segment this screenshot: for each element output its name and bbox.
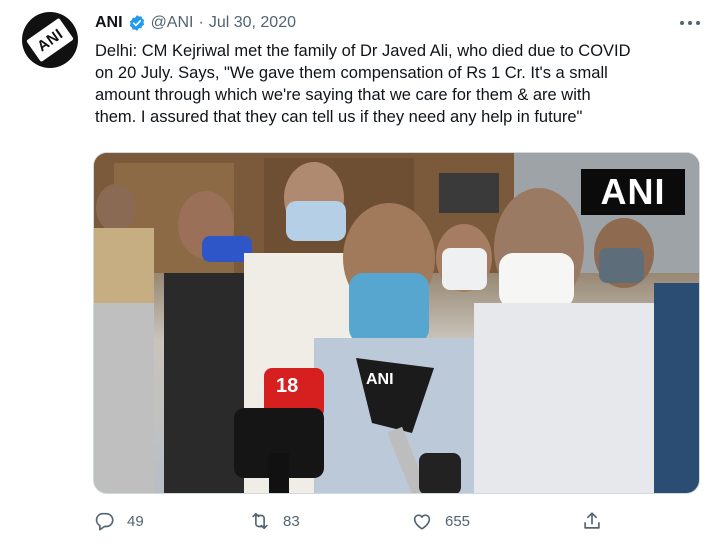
like-icon (413, 514, 431, 530)
avatar[interactable]: ANI (22, 12, 78, 68)
tweet-media-image[interactable]: ANI ANI 18 (93, 152, 700, 494)
avatar-logo: ANI (26, 17, 74, 63)
verified-badge-icon (129, 15, 144, 31)
author-handle[interactable]: @ANI (151, 14, 194, 32)
tweet-text: Delhi: CM Kejriwal met the family of Dr … (95, 42, 631, 126)
media-ani-logo: ANI (581, 169, 685, 215)
retweet-button[interactable]: 83 (249, 506, 300, 536)
more-icon[interactable] (680, 14, 700, 32)
tweet-header: ANI @ANI · Jul 30, 2020 (95, 12, 700, 34)
reply-icon (95, 512, 114, 531)
like-count: 655 (445, 512, 471, 530)
mic-channel-label: 18 (276, 375, 299, 397)
tweet-actions: 49 83 655 (93, 506, 613, 536)
reply-button[interactable]: 49 (93, 506, 144, 536)
share-icon (584, 512, 600, 529)
mic-ani-label: ANI (366, 371, 394, 388)
separator: · (198, 14, 204, 31)
retweet-count: 83 (283, 512, 300, 530)
tweet-date[interactable]: Jul 30, 2020 (209, 14, 296, 32)
like-button[interactable]: 655 (411, 506, 470, 536)
share-button[interactable] (581, 506, 615, 536)
reply-count: 49 (127, 512, 144, 530)
retweet-icon (252, 512, 268, 530)
tweet: ANI ANI @ANI · Jul 30, 2020 Delhi: CM Ke… (0, 0, 720, 552)
author-name[interactable]: ANI (95, 14, 123, 32)
